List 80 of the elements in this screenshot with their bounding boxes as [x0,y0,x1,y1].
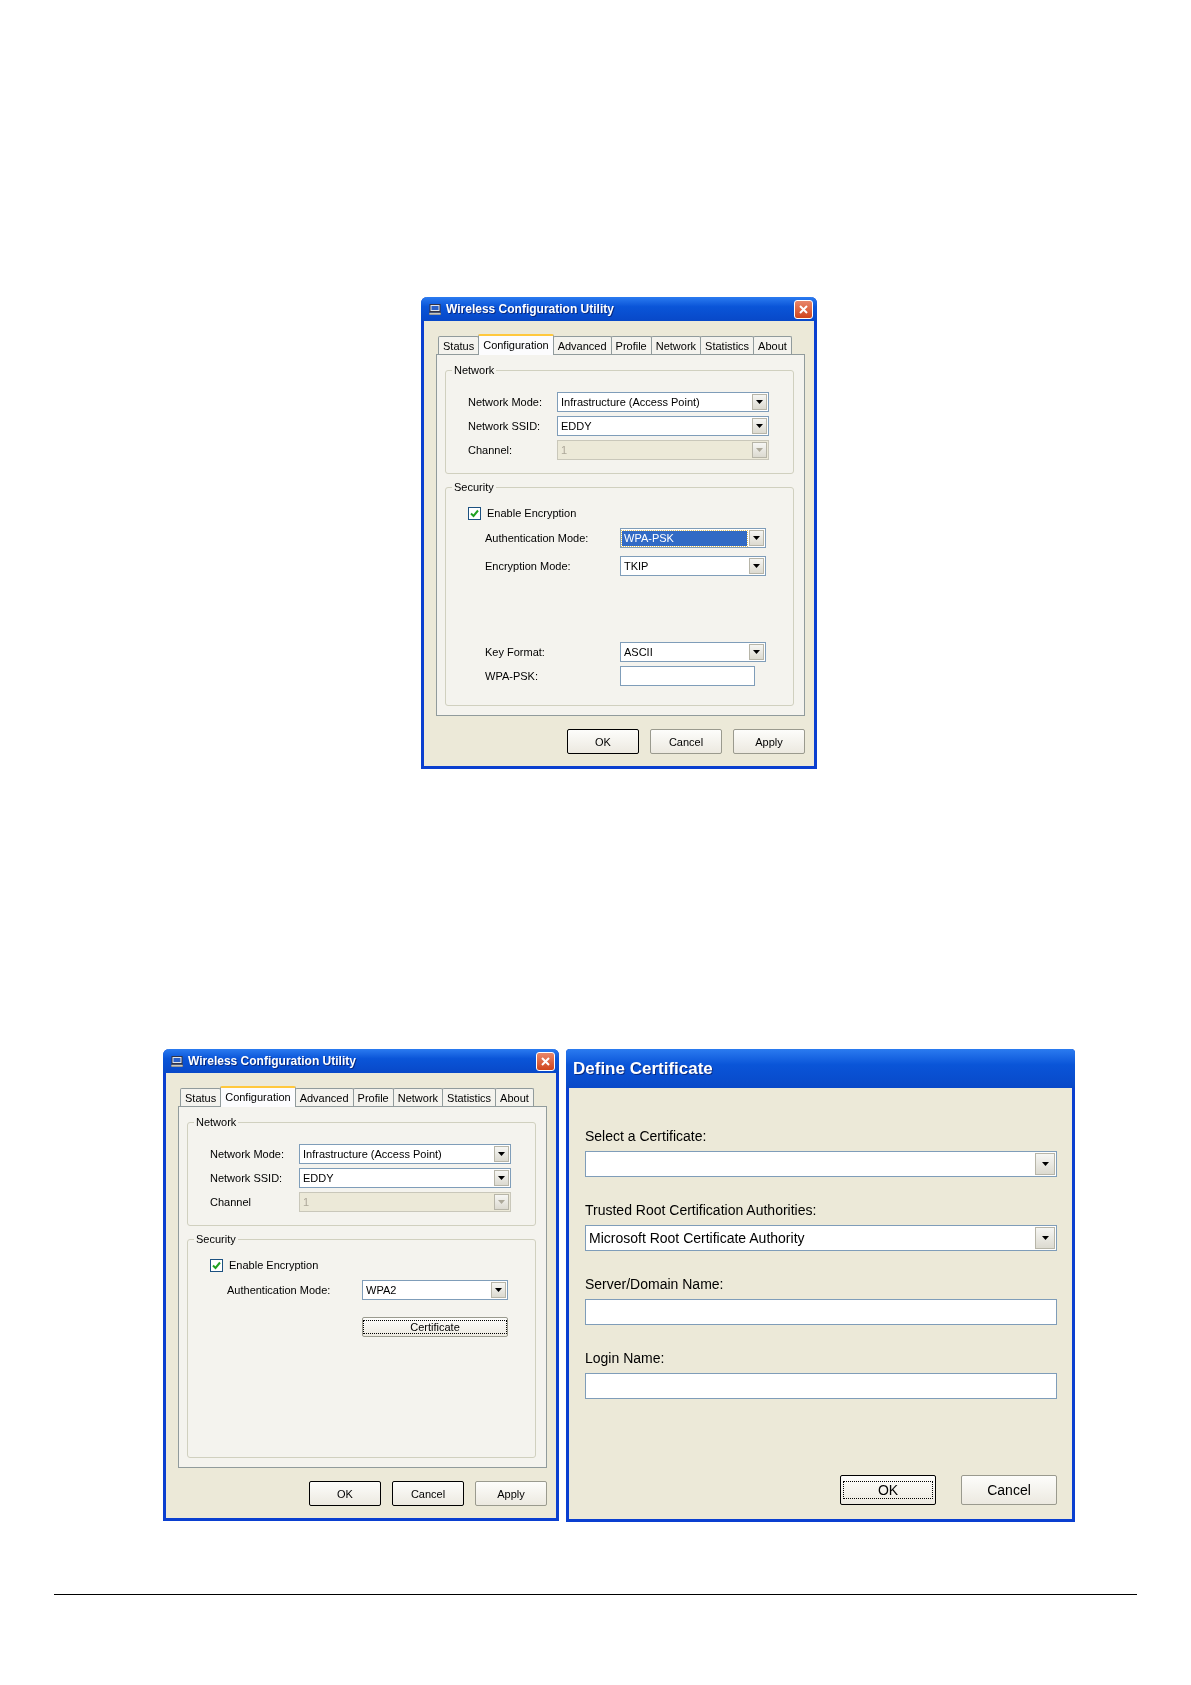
field-label: Authentication Mode: [227,1284,332,1296]
computer-icon [171,1055,183,1067]
group-label: Security [452,481,496,493]
checkbox[interactable] [468,506,481,520]
dropdown[interactable]: EDDY [557,416,769,436]
tab[interactable]: Status [180,1088,222,1106]
window-title: Define Certificate [573,1058,714,1079]
caret-icon [1041,1236,1049,1240]
checkbox[interactable] [210,1258,223,1272]
caret-icon [498,1200,505,1204]
dialog-button[interactable]: OK [567,729,639,754]
tab[interactable]: Profile [610,336,652,354]
caret-icon [495,1288,502,1292]
caret-icon [498,1176,505,1180]
dropdown[interactable]: Infrastructure (Access Point) [299,1144,511,1164]
tab[interactable]: Statistics [700,336,755,354]
field-label: Encryption Mode: [485,560,572,572]
dropdown[interactable]: WPA2 [362,1280,508,1300]
field-label: Channel: [468,444,514,456]
tab[interactable]: Advanced [294,1088,354,1106]
dropdown[interactable]: ASCII [620,642,766,662]
dialog-button[interactable]: OK [840,1475,936,1505]
field-label: Key Format: [485,646,546,658]
dropdown[interactable]: Microsoft Root Certificate Authority [585,1225,1057,1251]
group-label: Security [194,1233,238,1245]
field-label: Select a Certificate: [585,1127,708,1145]
caret-icon [756,400,763,404]
field-label: Login Name: [585,1349,666,1367]
field-label: WPA-PSK: [485,670,539,682]
dialog-button[interactable]: OK [309,1481,381,1506]
dropdown[interactable]: WPA-PSK [620,528,766,548]
dialog-button[interactable]: Cancel [392,1481,464,1506]
caret-icon [753,650,760,654]
input-field[interactable] [585,1299,1057,1325]
caret-icon [1041,1162,1049,1166]
certificate-button[interactable]: Certificate [362,1317,508,1337]
close-icon [799,304,808,314]
input-field[interactable] [585,1373,1057,1399]
dropdown[interactable]: EDDY [299,1168,511,1188]
tab[interactable]: About [495,1088,534,1106]
tab[interactable]: Profile [352,1088,394,1106]
input-field[interactable] [620,666,755,686]
tab[interactable]: Statistics [442,1088,497,1106]
group-label: Network [452,364,497,376]
field-label: Server/Domain Name: [585,1275,725,1293]
window-title: Wireless Configuration Utility [446,302,615,316]
caret-icon [753,536,760,540]
dialog-button[interactable]: Apply [475,1481,547,1506]
caret-icon [753,564,760,568]
tab[interactable]: Network [650,336,702,354]
tab[interactable]: Status [438,336,480,354]
close-button[interactable] [536,1051,555,1071]
dropdown[interactable] [585,1151,1057,1177]
tab[interactable]: Advanced [552,336,612,354]
field-label: Trusted Root Certification Authorities: [585,1201,818,1219]
dropdown[interactable]: Infrastructure (Access Point) [557,392,769,412]
close-icon [541,1056,550,1066]
close-button[interactable] [794,299,813,319]
field-label: Network Mode: [468,396,543,408]
field-label: Network Mode: [210,1148,285,1160]
tab[interactable]: Network [392,1088,444,1106]
tab[interactable]: About [753,336,792,354]
tab[interactable]: Configuration [478,334,554,355]
field-label: Channel [210,1196,252,1208]
tab[interactable]: Configuration [220,1086,296,1107]
field-label: Network SSID: [468,420,542,432]
dialog-button[interactable]: Apply [733,729,805,754]
dropdown[interactable]: TKIP [620,556,766,576]
caret-icon [756,448,763,452]
dialog-button[interactable]: Cancel [961,1475,1057,1505]
window-title: Wireless Configuration Utility [188,1054,357,1068]
checkbox-label: Enable Encryption [229,1259,319,1271]
computer-icon [429,303,441,315]
caret-icon [498,1152,505,1156]
caret-icon [756,424,763,428]
dialog-button[interactable]: Cancel [650,729,722,754]
group-label: Network [194,1116,239,1128]
checkbox-label: Enable Encryption [487,507,577,519]
field-label: Network SSID: [210,1172,284,1184]
field-label: Authentication Mode: [485,532,590,544]
